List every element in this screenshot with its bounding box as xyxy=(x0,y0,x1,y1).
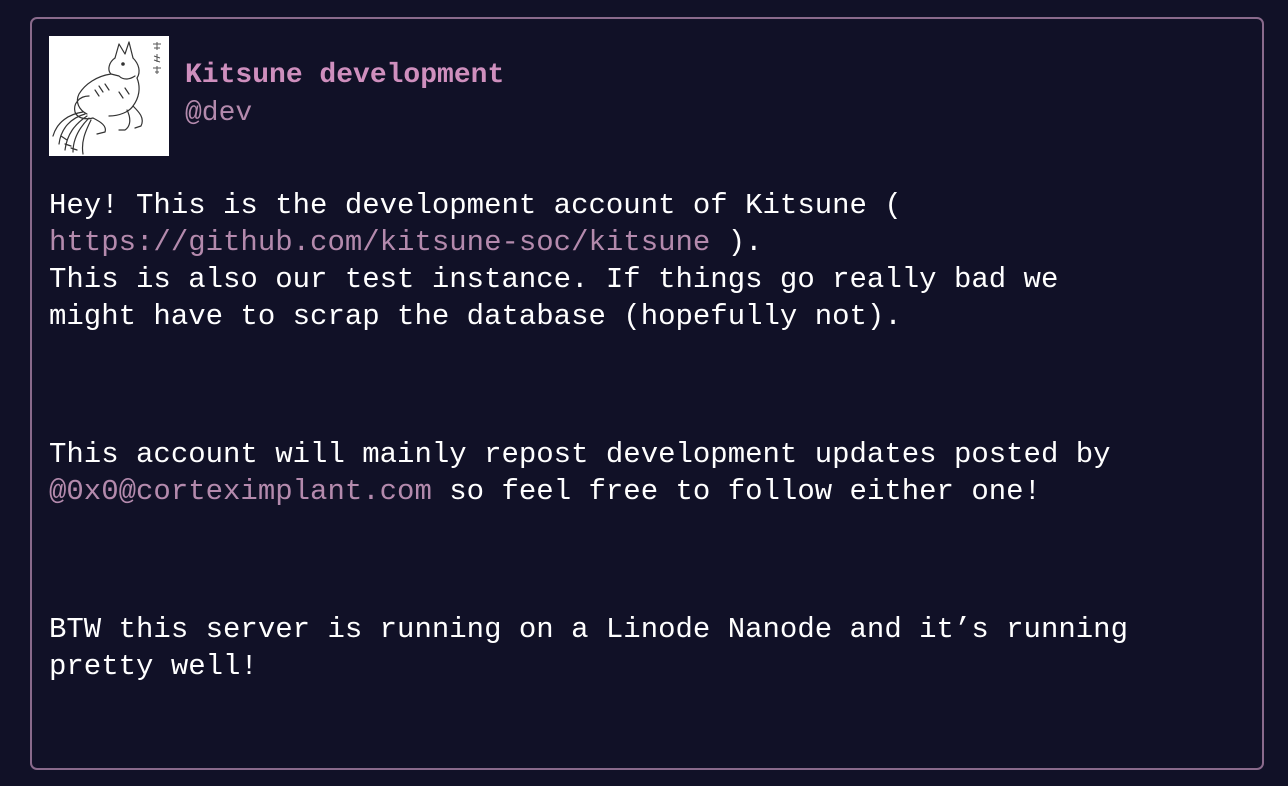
profile-bio: Hey! This is the development account of … xyxy=(49,187,1254,786)
bio-text: This is also our test instance. If thing… xyxy=(49,263,1059,296)
mention-link[interactable]: @0x0@corteximplant.com xyxy=(49,475,432,508)
account-handle[interactable]: @dev xyxy=(185,97,252,131)
fox-drawing-icon xyxy=(49,36,169,156)
bio-text: This account will mainly repost developm… xyxy=(49,438,1111,471)
avatar[interactable] xyxy=(49,36,169,156)
bio-text: so feel free to follow either one! xyxy=(431,475,1041,508)
github-link[interactable]: https://github.com/kitsune-soc/kitsune xyxy=(49,226,710,259)
bio-text: Hey! This is the development account of … xyxy=(49,189,902,222)
bio-text: BTW this server is running on a Linode N… xyxy=(49,613,1128,646)
profile-card: Kitsune development @dev Hey! This is th… xyxy=(30,17,1264,770)
bio-paragraph: Hey! This is the development account of … xyxy=(49,187,1254,335)
bio-paragraph: BTW this server is running on a Linode N… xyxy=(49,611,1254,685)
bio-text: pretty well! xyxy=(49,650,258,683)
bio-text: might have to scrap the database (hopefu… xyxy=(49,300,902,333)
bio-paragraph: This account will mainly repost developm… xyxy=(49,436,1254,510)
bio-text: ). xyxy=(710,226,763,259)
display-name[interactable]: Kitsune development xyxy=(185,59,504,93)
